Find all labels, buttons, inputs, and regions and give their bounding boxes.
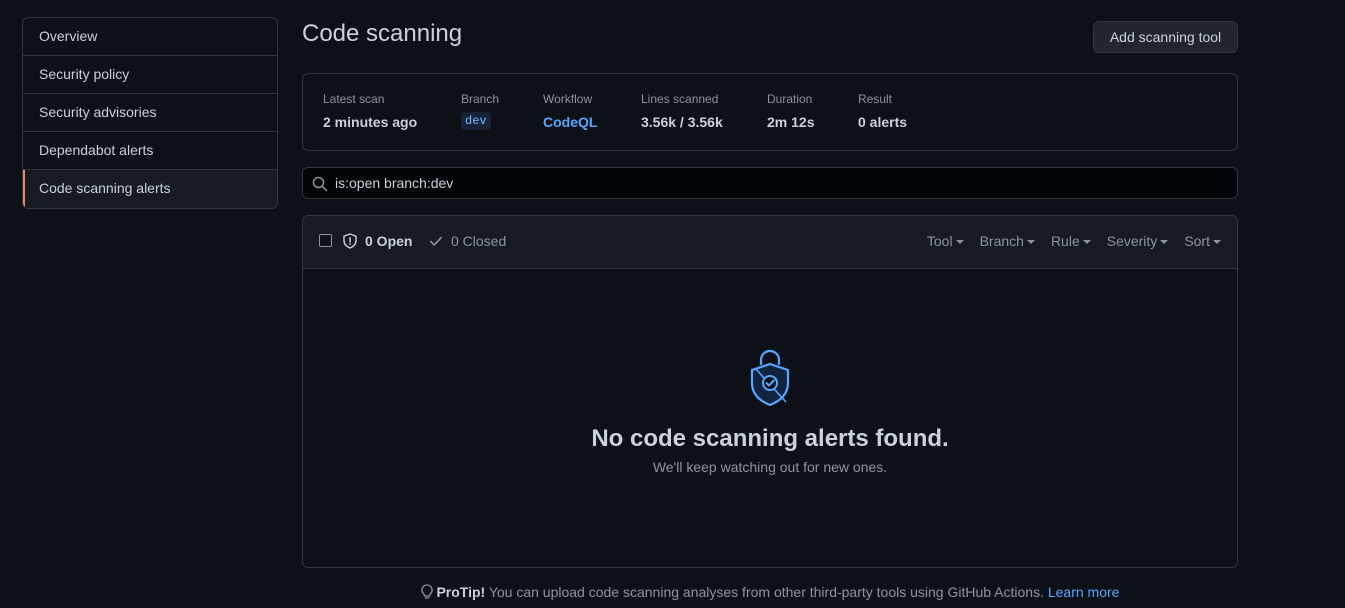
- search-input[interactable]: [335, 168, 1225, 198]
- empty-state-subtitle: We'll keep watching out for new ones.: [652, 459, 888, 475]
- severity-filter[interactable]: Severity: [1107, 233, 1169, 249]
- workflow-link[interactable]: CodeQL: [543, 114, 597, 130]
- sort-menu[interactable]: Sort: [1184, 233, 1221, 249]
- rule-filter-label: Rule: [1050, 233, 1080, 249]
- empty-state-title: No code scanning alerts found.: [591, 425, 949, 452]
- branch: Branch dev: [461, 92, 499, 130]
- sidebar-item-overview[interactable]: Overview: [23, 18, 277, 56]
- lightbulb-icon: [420, 584, 433, 599]
- tool-filter[interactable]: Tool: [927, 233, 964, 249]
- latest-scan: Latest scan 2 minutes ago: [323, 92, 417, 130]
- result-value: 0 alerts: [858, 114, 908, 130]
- duration-label: Duration: [767, 92, 813, 106]
- chevron-down-icon: [1026, 240, 1035, 244]
- learn-more-link[interactable]: Learn more: [1048, 584, 1120, 600]
- sidebar-item-security-policy[interactable]: Security policy: [23, 56, 277, 94]
- shield-alert-icon: [343, 233, 357, 249]
- protip-label: ProTip!: [436, 584, 486, 600]
- results-header: 0 Open 0 Closed Tool Branch Rule Severit…: [303, 216, 1237, 269]
- result: Result 0 alerts: [858, 92, 907, 130]
- open-filter[interactable]: 0 Open: [342, 233, 412, 249]
- latest-scan-label: Latest scan: [323, 92, 385, 106]
- shield-lock-check-icon: [750, 349, 790, 407]
- result-label: Result: [858, 92, 893, 106]
- duration: Duration 2m 12s: [767, 92, 814, 130]
- alerts-results: 0 Open 0 Closed Tool Branch Rule Severit…: [302, 215, 1238, 568]
- sidebar-item-security-advisories[interactable]: Security advisories: [23, 94, 277, 132]
- chevron-down-icon: [1213, 240, 1221, 244]
- chevron-down-icon: [1160, 240, 1169, 244]
- branch-pill[interactable]: dev: [461, 112, 491, 130]
- closed-count: 0 Closed: [451, 233, 507, 249]
- branch-filter-label: Branch: [979, 233, 1024, 249]
- lines-scanned-label: Lines scanned: [641, 92, 719, 106]
- chevron-down-icon: [955, 240, 964, 244]
- rule-filter[interactable]: Rule: [1051, 233, 1091, 249]
- sort-menu-label: Sort: [1184, 233, 1210, 249]
- lines-scanned: Lines scanned 3.56k / 3.56k: [641, 92, 723, 130]
- protip-text: You can upload code scanning analyses fr…: [485, 584, 1048, 600]
- security-sidebar: Overview Security policy Security adviso…: [22, 17, 278, 209]
- sidebar-item-code-scanning-alerts[interactable]: Code scanning alerts: [23, 170, 277, 208]
- lines-scanned-value: 3.56k / 3.56k: [641, 114, 723, 130]
- branch-label: Branch: [461, 92, 500, 106]
- filter-menus: Tool Branch Rule Severity Sort: [927, 233, 1221, 249]
- add-scanning-tool-button[interactable]: Add scanning tool: [1093, 21, 1238, 53]
- duration-value: 2m 12s: [767, 114, 815, 130]
- check-icon: [429, 236, 443, 246]
- scan-summary: Latest scan 2 minutes ago Branch dev Wor…: [302, 73, 1238, 151]
- search-icon: [312, 176, 328, 192]
- latest-scan-value: 2 minutes ago: [323, 114, 418, 130]
- sidebar-item-dependabot-alerts[interactable]: Dependabot alerts: [23, 132, 277, 170]
- tool-filter-label: Tool: [926, 233, 953, 249]
- chevron-down-icon: [1082, 240, 1091, 244]
- select-all-checkbox[interactable]: [319, 234, 332, 247]
- open-count: 0 Open: [365, 233, 413, 249]
- closed-filter[interactable]: 0 Closed: [429, 233, 506, 249]
- severity-filter-label: Severity: [1106, 233, 1158, 249]
- protip: ProTip! You can upload code scanning ana…: [302, 584, 1238, 600]
- empty-state: No code scanning alerts found. We'll kee…: [303, 269, 1237, 567]
- workflow: Workflow CodeQL: [543, 92, 597, 130]
- workflow-label: Workflow: [543, 92, 593, 106]
- branch-filter[interactable]: Branch: [980, 233, 1035, 249]
- page-title: Code scanning: [302, 20, 463, 47]
- search-box: [302, 167, 1238, 199]
